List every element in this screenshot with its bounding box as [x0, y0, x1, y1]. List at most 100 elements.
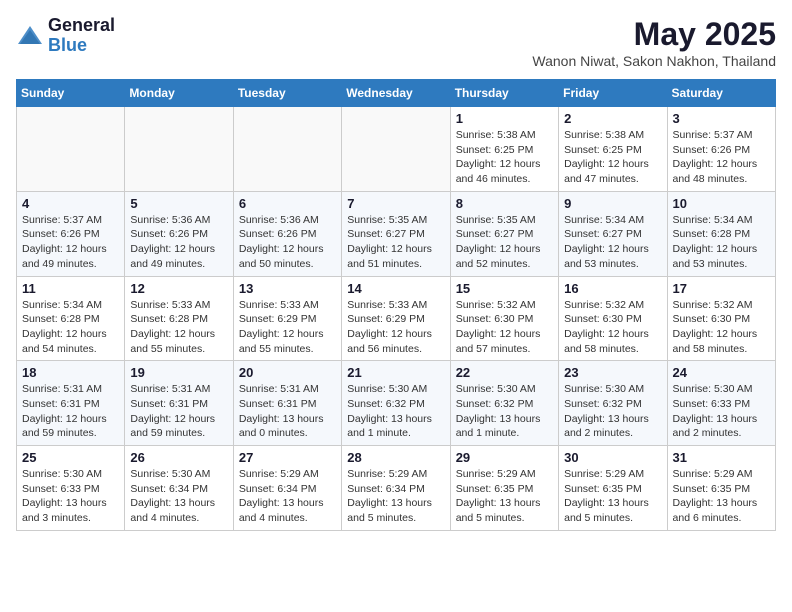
day-cell: 30 Sunrise: 5:29 AMSunset: 6:35 PMDayligh… [559, 446, 667, 531]
day-number: 12 [130, 281, 227, 296]
day-cell [342, 107, 450, 192]
day-cell: 17Sunrise: 5:32 AMSunset: 6:30 PMDayligh… [667, 276, 775, 361]
day-number: 7 [347, 196, 444, 211]
day-number: 17 [673, 281, 770, 296]
day-number: 30 [564, 450, 661, 465]
day-info: Sunrise: 5:38 AMSunset: 6:25 PMDaylight:… [564, 128, 661, 187]
day-number: 31 [673, 450, 770, 465]
day-cell [17, 107, 125, 192]
day-cell: 16 Sunrise: 5:32 AMSunset: 6:30 PMDayligh… [559, 276, 667, 361]
day-info: Sunrise: 5:34 AMSunset: 6:28 PMDaylight:… [22, 298, 119, 357]
day-cell: 11 Sunrise: 5:34 AMSunset: 6:28 PMDayligh… [17, 276, 125, 361]
day-cell: 26 Sunrise: 5:30 AMSunset: 6:34 PMDayligh… [125, 446, 233, 531]
day-number: 1 [456, 111, 553, 126]
week-row-4: 18 Sunrise: 5:31 AMSunset: 6:31 PMDayligh… [17, 361, 776, 446]
day-number: 4 [22, 196, 119, 211]
day-number: 2 [564, 111, 661, 126]
day-number: 23 [564, 365, 661, 380]
day-info: Sunrise: 5:36 AMSunset: 6:26 PMDaylight:… [130, 213, 227, 272]
logo-general: General [48, 16, 115, 36]
location-title: Wanon Niwat, Sakon Nakhon, Thailand [532, 53, 776, 69]
day-cell: 28 Sunrise: 5:29 AMSunset: 6:34 PMDayligh… [342, 446, 450, 531]
day-cell: 12 Sunrise: 5:33 AMSunset: 6:28 PMDayligh… [125, 276, 233, 361]
day-cell: 18 Sunrise: 5:31 AMSunset: 6:31 PMDayligh… [17, 361, 125, 446]
day-number: 18 [22, 365, 119, 380]
day-info: Sunrise: 5:29 AMSunset: 6:34 PMDaylight:… [347, 467, 444, 526]
week-row-1: 1 Sunrise: 5:38 AMSunset: 6:25 PMDaylight… [17, 107, 776, 192]
day-info: Sunrise: 5:30 AMSunset: 6:32 PMDaylight:… [347, 382, 444, 441]
day-info: Sunrise: 5:34 AMSunset: 6:27 PMDaylight:… [564, 213, 661, 272]
day-info: Sunrise: 5:30 AMSunset: 6:33 PMDaylight:… [22, 467, 119, 526]
weekday-header-row: SundayMondayTuesdayWednesdayThursdayFrid… [17, 80, 776, 107]
day-info: Sunrise: 5:38 AMSunset: 6:25 PMDaylight:… [456, 128, 553, 187]
day-number: 19 [130, 365, 227, 380]
day-cell: 20 Sunrise: 5:31 AMSunset: 6:31 PMDayligh… [233, 361, 341, 446]
day-info: Sunrise: 5:32 AMSunset: 6:30 PMDaylight:… [456, 298, 553, 357]
day-info: Sunrise: 5:32 AMSunset: 6:30 PMDaylight:… [564, 298, 661, 357]
day-number: 6 [239, 196, 336, 211]
day-cell: 1 Sunrise: 5:38 AMSunset: 6:25 PMDaylight… [450, 107, 558, 192]
day-cell: 15 Sunrise: 5:32 AMSunset: 6:30 PMDayligh… [450, 276, 558, 361]
day-cell: 2 Sunrise: 5:38 AMSunset: 6:25 PMDaylight… [559, 107, 667, 192]
day-cell: 14Sunrise: 5:33 AMSunset: 6:29 PMDayligh… [342, 276, 450, 361]
day-cell: 27 Sunrise: 5:29 AMSunset: 6:34 PMDayligh… [233, 446, 341, 531]
day-cell: 22Sunrise: 5:30 AMSunset: 6:32 PMDayligh… [450, 361, 558, 446]
day-number: 20 [239, 365, 336, 380]
header: General Blue May 2025 Wanon Niwat, Sakon… [16, 16, 776, 69]
day-number: 13 [239, 281, 336, 296]
day-cell: 31 Sunrise: 5:29 AMSunset: 6:35 PMDayligh… [667, 446, 775, 531]
day-info: Sunrise: 5:33 AMSunset: 6:29 PMDaylight:… [239, 298, 336, 357]
day-cell: 25Sunrise: 5:30 AMSunset: 6:33 PMDayligh… [17, 446, 125, 531]
day-cell: 29Sunrise: 5:29 AMSunset: 6:35 PMDayligh… [450, 446, 558, 531]
day-cell: 19 Sunrise: 5:31 AMSunset: 6:31 PMDayligh… [125, 361, 233, 446]
title-area: May 2025 Wanon Niwat, Sakon Nakhon, Thai… [532, 16, 776, 69]
day-cell [125, 107, 233, 192]
day-info: Sunrise: 5:34 AMSunset: 6:28 PMDaylight:… [673, 213, 770, 272]
day-number: 5 [130, 196, 227, 211]
month-title: May 2025 [532, 16, 776, 53]
day-info: Sunrise: 5:29 AMSunset: 6:34 PMDaylight:… [239, 467, 336, 526]
day-info: Sunrise: 5:35 AMSunset: 6:27 PMDaylight:… [456, 213, 553, 272]
day-info: Sunrise: 5:31 AMSunset: 6:31 PMDaylight:… [130, 382, 227, 441]
day-info: Sunrise: 5:30 AMSunset: 6:34 PMDaylight:… [130, 467, 227, 526]
day-number: 28 [347, 450, 444, 465]
day-info: Sunrise: 5:33 AMSunset: 6:28 PMDaylight:… [130, 298, 227, 357]
week-row-5: 25Sunrise: 5:30 AMSunset: 6:33 PMDayligh… [17, 446, 776, 531]
day-info: Sunrise: 5:29 AMSunset: 6:35 PMDaylight:… [564, 467, 661, 526]
logo-icon [16, 22, 44, 50]
day-info: Sunrise: 5:29 AMSunset: 6:35 PMDaylight:… [673, 467, 770, 526]
week-row-2: 4 Sunrise: 5:37 AMSunset: 6:26 PMDaylight… [17, 191, 776, 276]
week-row-3: 11 Sunrise: 5:34 AMSunset: 6:28 PMDayligh… [17, 276, 776, 361]
day-info: Sunrise: 5:31 AMSunset: 6:31 PMDaylight:… [22, 382, 119, 441]
weekday-header-wednesday: Wednesday [342, 80, 450, 107]
weekday-header-monday: Monday [125, 80, 233, 107]
day-cell: 24 Sunrise: 5:30 AMSunset: 6:33 PMDayligh… [667, 361, 775, 446]
day-number: 8 [456, 196, 553, 211]
day-number: 24 [673, 365, 770, 380]
day-number: 14 [347, 281, 444, 296]
day-number: 27 [239, 450, 336, 465]
day-info: Sunrise: 5:31 AMSunset: 6:31 PMDaylight:… [239, 382, 336, 441]
weekday-header-tuesday: Tuesday [233, 80, 341, 107]
day-info: Sunrise: 5:30 AMSunset: 6:33 PMDaylight:… [673, 382, 770, 441]
day-number: 21 [347, 365, 444, 380]
day-number: 26 [130, 450, 227, 465]
day-cell: 5 Sunrise: 5:36 AMSunset: 6:26 PMDaylight… [125, 191, 233, 276]
weekday-header-friday: Friday [559, 80, 667, 107]
calendar-table: SundayMondayTuesdayWednesdayThursdayFrid… [16, 79, 776, 531]
day-info: Sunrise: 5:37 AMSunset: 6:26 PMDaylight:… [22, 213, 119, 272]
weekday-header-sunday: Sunday [17, 80, 125, 107]
day-number: 9 [564, 196, 661, 211]
day-number: 11 [22, 281, 119, 296]
day-info: Sunrise: 5:35 AMSunset: 6:27 PMDaylight:… [347, 213, 444, 272]
day-info: Sunrise: 5:30 AMSunset: 6:32 PMDaylight:… [564, 382, 661, 441]
day-number: 22 [456, 365, 553, 380]
day-number: 16 [564, 281, 661, 296]
day-cell: 4 Sunrise: 5:37 AMSunset: 6:26 PMDaylight… [17, 191, 125, 276]
day-cell: 6Sunrise: 5:36 AMSunset: 6:26 PMDaylight… [233, 191, 341, 276]
weekday-header-saturday: Saturday [667, 80, 775, 107]
logo-blue: Blue [48, 36, 115, 56]
day-number: 10 [673, 196, 770, 211]
day-number: 15 [456, 281, 553, 296]
day-cell: 13 Sunrise: 5:33 AMSunset: 6:29 PMDayligh… [233, 276, 341, 361]
